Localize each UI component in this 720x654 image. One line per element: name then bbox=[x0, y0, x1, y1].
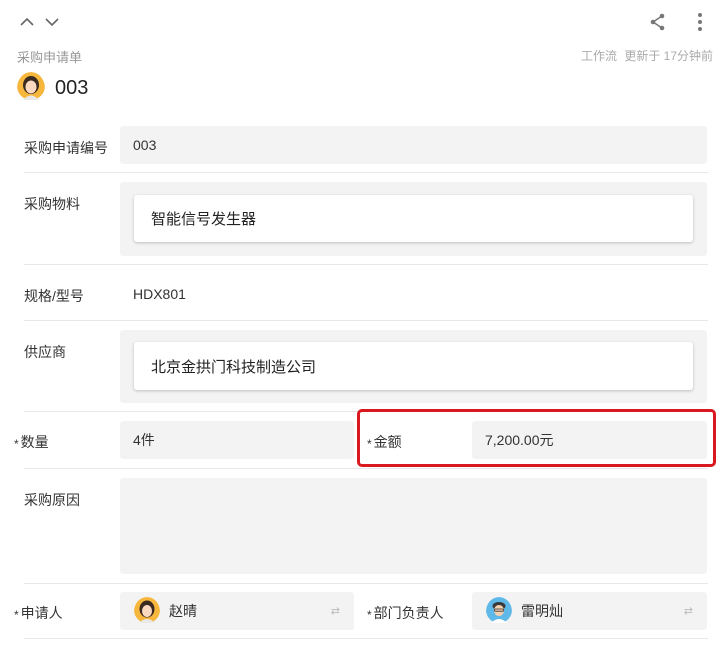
required-mark: * bbox=[14, 437, 19, 451]
record-title-row: 003 bbox=[17, 71, 89, 105]
purchase-no-value: 003 bbox=[133, 137, 157, 153]
divider bbox=[24, 172, 708, 173]
supplier-field: 北京金拱门科技制造公司 bbox=[120, 330, 707, 403]
required-mark: * bbox=[367, 608, 372, 622]
quantity-value: 4件 bbox=[133, 432, 155, 448]
form-type-label: 采购申请单 bbox=[17, 50, 83, 65]
dept-head-name: 雷明灿 bbox=[521, 603, 563, 619]
more-vertical-icon[interactable] bbox=[690, 12, 710, 32]
quantity-label-text: 数量 bbox=[20, 434, 49, 450]
supplier-label: 供应商 bbox=[24, 344, 66, 360]
material-field: 智能信号发生器 bbox=[120, 182, 707, 256]
divider bbox=[24, 320, 708, 321]
reason-field[interactable] bbox=[120, 478, 707, 574]
spec-label: 规格/型号 bbox=[24, 288, 84, 304]
top-toolbar bbox=[0, 0, 720, 44]
dept-head-label: * 部门负责人 bbox=[367, 603, 444, 623]
swap-icon[interactable]: ⇄ bbox=[684, 605, 693, 618]
spec-value: HDX801 bbox=[133, 286, 186, 302]
divider bbox=[24, 264, 708, 265]
updated-time: 更新于 17分钟前 bbox=[624, 49, 713, 63]
chevron-up-icon[interactable] bbox=[17, 12, 37, 32]
divider bbox=[24, 583, 708, 584]
avatar bbox=[134, 596, 160, 626]
divider bbox=[24, 468, 708, 469]
dept-head-field[interactable]: 雷明灿 ⇄ bbox=[472, 592, 707, 630]
swap-icon[interactable]: ⇄ bbox=[331, 605, 340, 618]
quantity-field[interactable]: 4件 bbox=[120, 421, 354, 459]
divider bbox=[24, 638, 708, 639]
dept-head-label-text: 部门负责人 bbox=[373, 605, 444, 621]
material-value: 智能信号发生器 bbox=[151, 211, 257, 228]
quantity-label: * 数量 bbox=[14, 432, 49, 452]
applicant-label: * 申请人 bbox=[14, 603, 63, 623]
purchase-no-field[interactable]: 003 bbox=[120, 126, 707, 164]
applicant-name: 赵晴 bbox=[169, 603, 197, 619]
amount-highlight-box bbox=[357, 409, 716, 467]
supplier-record-card[interactable]: 北京金拱门科技制造公司 bbox=[134, 342, 693, 390]
avatar bbox=[486, 596, 512, 626]
workflow-link[interactable]: 工作流 bbox=[581, 49, 617, 63]
page-title: 003 bbox=[55, 76, 89, 99]
supplier-value: 北京金拱门科技制造公司 bbox=[151, 358, 317, 376]
share-icon[interactable] bbox=[648, 12, 668, 32]
chevron-down-icon[interactable] bbox=[42, 12, 62, 32]
applicant-field[interactable]: 赵晴 ⇄ bbox=[120, 592, 354, 630]
purchase-no-label: 采购申请编号 bbox=[24, 140, 108, 156]
record-meta: 工作流 更新于 17分钟前 bbox=[581, 47, 713, 64]
reason-label: 采购原因 bbox=[24, 492, 80, 508]
material-label: 采购物料 bbox=[24, 196, 80, 212]
applicant-label-text: 申请人 bbox=[20, 605, 63, 621]
avatar bbox=[17, 71, 45, 105]
required-mark: * bbox=[14, 608, 19, 622]
material-record-card[interactable]: 智能信号发生器 bbox=[134, 195, 693, 242]
